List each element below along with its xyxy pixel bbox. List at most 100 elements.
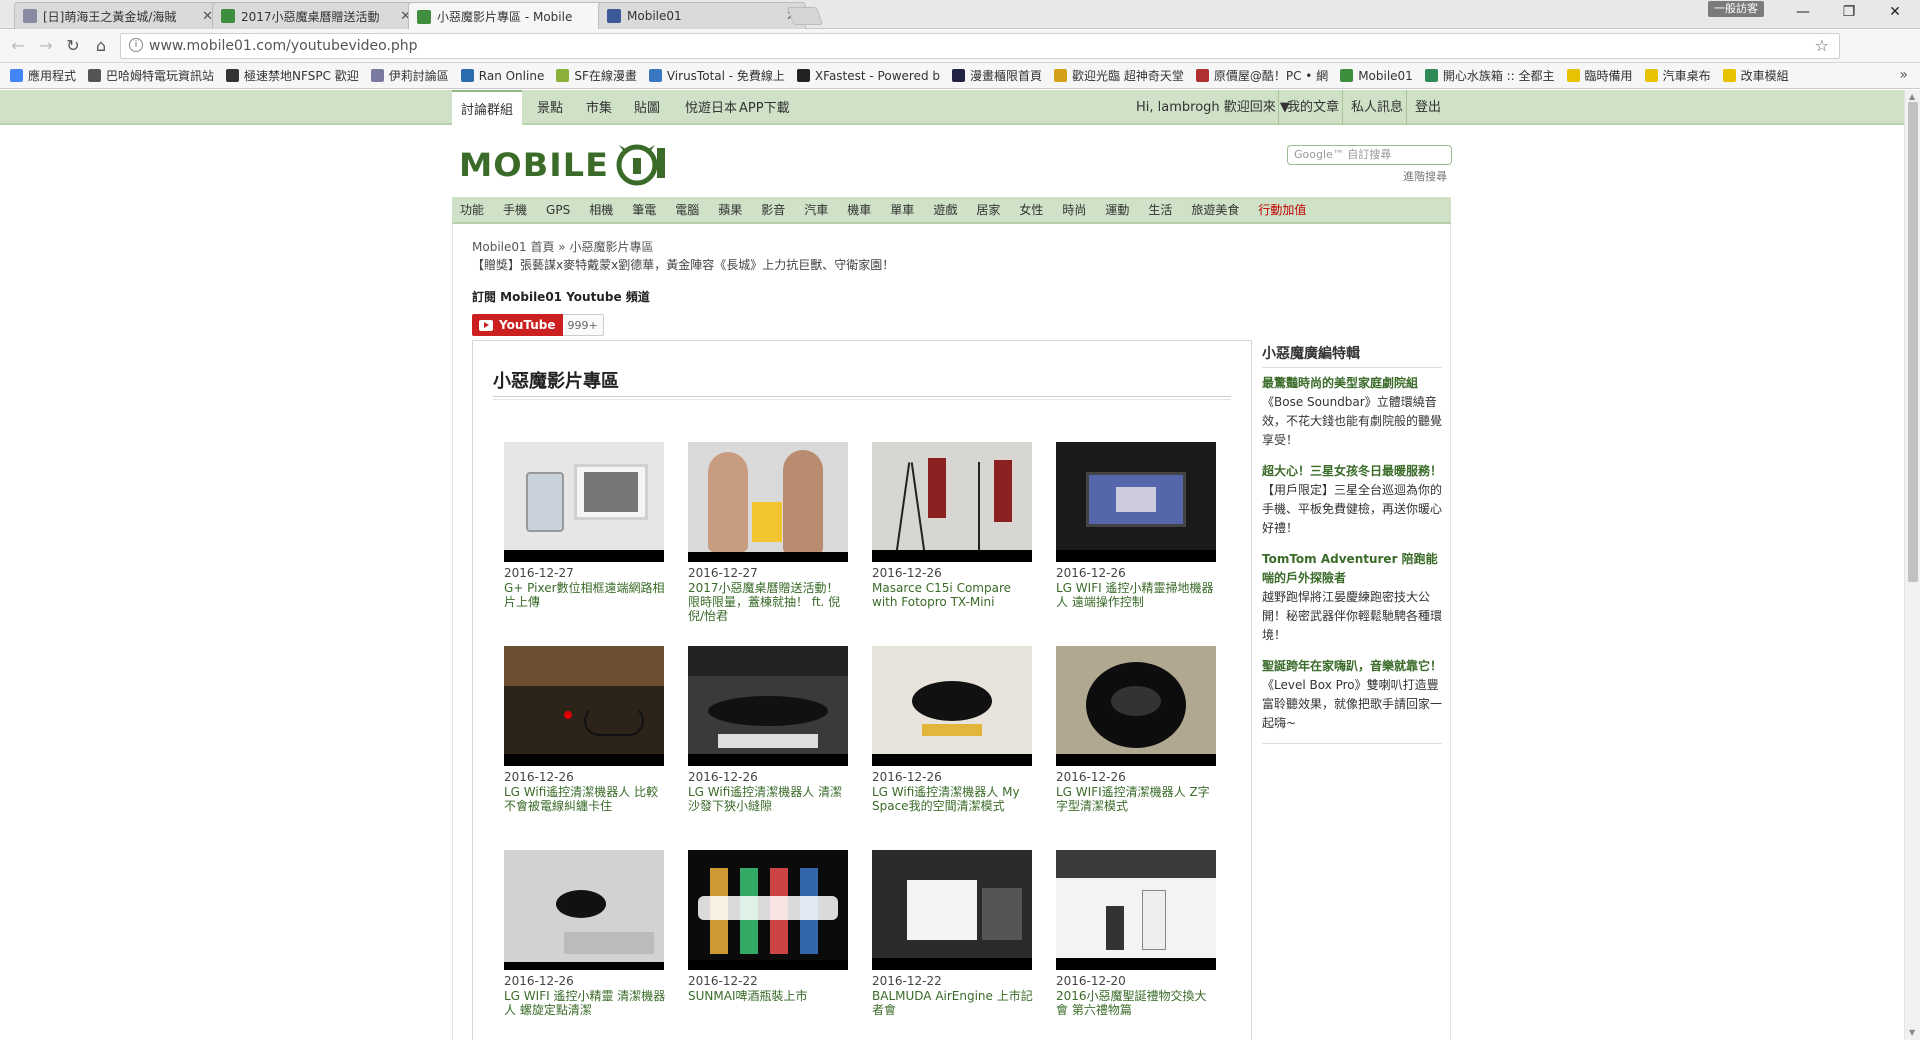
bookmark-item[interactable]: 應用程式	[10, 67, 76, 84]
video-card[interactable]: 2016-12-26 LG Wifi遙控清潔機器人 比較不會被電線糾纏卡住	[504, 646, 666, 813]
top-nav-item[interactable]: 討論群組	[452, 90, 523, 127]
video-title-link[interactable]: G+ Pixer數位相框遠端網路相片上傳	[504, 581, 666, 609]
category-link[interactable]: 影音	[761, 201, 785, 218]
bookmark-item[interactable]: 伊莉討論區	[370, 67, 449, 84]
category-link[interactable]: 居家	[976, 201, 1000, 218]
close-window-icon[interactable]: ✕	[1872, 4, 1918, 20]
video-thumbnail[interactable]	[504, 850, 664, 970]
video-card[interactable]: 2016-12-26 LG WIFI遙控清潔機器人 Z字字型清潔模式	[1056, 646, 1218, 813]
mobile01-logo[interactable]: MOBILE	[459, 140, 683, 188]
category-link[interactable]: 相機	[589, 201, 613, 218]
sidebar-feature-headline[interactable]: TomTom Adventurer 陪跑能喘的戶外探險者	[1262, 550, 1442, 588]
video-thumbnail[interactable]	[1056, 850, 1216, 970]
bookmark-item[interactable]: SF在線漫畫	[556, 67, 637, 84]
user-link[interactable]: 私人訊息	[1342, 90, 1411, 125]
video-title-link[interactable]: Masarce C15i Compare with Fotopro TX-Min…	[872, 581, 1034, 609]
video-title-link[interactable]: LG WIFI 遙控小精靈 清潔機器人 螺旋定點清潔	[504, 989, 666, 1017]
bookmark-item[interactable]: 歡迎光臨 超神奇天堂	[1054, 67, 1184, 84]
top-nav-item[interactable]: APP下載	[730, 90, 799, 125]
browser-tab-active[interactable]: 小惡魔影片專區 - Mobile ✕	[408, 2, 616, 30]
sidebar-feature-headline[interactable]: 超大心！三星女孩冬日最暖服務！	[1262, 462, 1442, 481]
video-title-link[interactable]: 2016小惡魔聖誕禮物交換大會 第六禮物篇	[1056, 989, 1218, 1017]
video-card[interactable]: 2016-12-26 LG WIFI 遙控小精靈 清潔機器人 螺旋定點清潔	[504, 850, 666, 1017]
scroll-up-arrow-icon[interactable]: ▲	[1909, 92, 1915, 101]
category-link[interactable]: 功能	[460, 201, 484, 218]
user-link[interactable]: 我的文章	[1278, 90, 1347, 125]
video-thumbnail[interactable]	[1056, 646, 1216, 766]
browser-tab[interactable]: 2017小惡魔桌曆贈送活動 ✕	[212, 2, 420, 29]
home-icon[interactable]: ⌂	[91, 36, 111, 55]
video-card[interactable]: 2016-12-26 Masarce C15i Compare with Foto…	[872, 442, 1034, 609]
video-card[interactable]: 2016-12-20 2016小惡魔聖誕禮物交換大會 第六禮物篇	[1056, 850, 1218, 1017]
video-card[interactable]: 2016-12-22 BALMUDA AirEngine 上市記者會	[872, 850, 1034, 1017]
video-thumbnail[interactable]	[872, 442, 1032, 562]
video-title-link[interactable]: LG Wifi遙控清潔機器人 My Space我的空間清潔模式	[872, 785, 1034, 813]
video-thumbnail[interactable]	[504, 646, 664, 766]
top-nav-item[interactable]: 市集	[577, 90, 621, 125]
bookmark-item[interactable]: 汽車桌布	[1644, 67, 1711, 84]
category-link[interactable]: 手機	[503, 201, 527, 218]
video-card[interactable]: 2016-12-26 LG Wifi遙控清潔機器人 清潔沙發下狹小縫隙	[688, 646, 850, 813]
category-link[interactable]: 旅遊美食	[1191, 201, 1239, 218]
video-card[interactable]: 2016-12-27 G+ Pixer數位相框遠端網路相片上傳	[504, 442, 666, 609]
category-link[interactable]: 遊戲	[933, 201, 957, 218]
page-info-icon[interactable]: i	[129, 38, 143, 52]
bookmark-item[interactable]: 極速禁地NFSPC 歡迎	[226, 67, 359, 84]
top-nav-item[interactable]: 貼圖	[625, 90, 669, 125]
category-link[interactable]: 行動加值	[1258, 201, 1306, 218]
scroll-down-arrow-icon[interactable]: ▼	[1909, 1028, 1915, 1037]
category-link[interactable]: GPS	[546, 203, 570, 217]
url-bar[interactable]: i www.mobile01.com/youtubevideo.php ☆	[120, 33, 1840, 59]
video-title-link[interactable]: 2017小惡魔桌曆贈送活動！限時限量，蓋棟就抽！ ft. 倪倪/怡君	[688, 581, 850, 623]
browser-tab[interactable]: Mobile01 ✕	[598, 2, 806, 29]
bookmark-item[interactable]: Mobile01	[1340, 69, 1413, 83]
breadcrumb-home-link[interactable]: Mobile01 首頁	[472, 240, 554, 254]
category-link[interactable]: 時尚	[1062, 201, 1086, 218]
minimize-icon[interactable]: —	[1780, 4, 1826, 20]
video-card[interactable]: 2016-12-22 SUNMAI啤酒瓶裝上市	[688, 850, 850, 1003]
bookmark-item[interactable]: XFastest - Powered b	[796, 69, 940, 83]
bookmark-item[interactable]: 原價屋@酷！PC • 網	[1195, 67, 1328, 84]
advanced-search-link[interactable]: 進階搜尋	[1403, 168, 1447, 184]
youtube-button-body[interactable]: YouTube	[472, 314, 563, 336]
video-title-link[interactable]: LG WIFI 遙控小精靈掃地機器人 遠端操作控制	[1056, 581, 1218, 609]
video-title-link[interactable]: LG WIFI遙控清潔機器人 Z字字型清潔模式	[1056, 785, 1218, 813]
video-title-link[interactable]: LG Wifi遙控清潔機器人 清潔沙發下狹小縫隙	[688, 785, 850, 813]
category-link[interactable]: 電腦	[675, 201, 699, 218]
google-search-input[interactable]: Google™ 自訂搜尋	[1287, 145, 1452, 165]
video-thumbnail[interactable]	[872, 850, 1032, 970]
video-thumbnail[interactable]	[504, 442, 664, 562]
category-link[interactable]: 運動	[1105, 201, 1129, 218]
category-link[interactable]: 女性	[1019, 201, 1043, 218]
category-link[interactable]: 汽車	[804, 201, 828, 218]
new-tab-button[interactable]	[786, 7, 824, 25]
category-link[interactable]: 生活	[1148, 201, 1172, 218]
category-link[interactable]: 單車	[890, 201, 914, 218]
promo-link[interactable]: 【贈獎】張藝謀x麥特戴蒙x劉德華，黃金陣容《長城》上力抗巨獸、守衛家園！	[472, 256, 894, 273]
sidebar-feature-headline[interactable]: 最驚豔時尚的美型家庭劇院組	[1262, 374, 1442, 393]
bookmark-item[interactable]: Ran Online	[460, 69, 544, 83]
category-link[interactable]: 機車	[847, 201, 871, 218]
forward-arrow-icon[interactable]: →	[36, 36, 56, 55]
video-card[interactable]: 2016-12-27 2017小惡魔桌曆贈送活動！限時限量，蓋棟就抽！ ft. 倪…	[688, 442, 850, 623]
profile-badge[interactable]: 一般訪客	[1708, 1, 1764, 17]
video-thumbnail[interactable]	[872, 646, 1032, 766]
bookmarks-overflow-icon[interactable]: »	[1899, 67, 1908, 83]
bookmark-item[interactable]: 臨時備用	[1566, 67, 1633, 84]
video-title-link[interactable]: LG Wifi遙控清潔機器人 比較不會被電線糾纏卡住	[504, 785, 666, 813]
bookmark-star-icon[interactable]: ☆	[1815, 36, 1829, 55]
video-thumbnail[interactable]	[688, 646, 848, 766]
video-card[interactable]: 2016-12-26 LG WIFI 遙控小精靈掃地機器人 遠端操作控制	[1056, 442, 1218, 609]
video-thumbnail[interactable]	[688, 442, 848, 562]
scrollbar-thumb[interactable]	[1908, 102, 1918, 582]
reload-icon[interactable]: ↻	[63, 36, 83, 55]
category-link[interactable]: 筆電	[632, 201, 656, 218]
back-arrow-icon[interactable]: ←	[8, 36, 28, 55]
video-title-link[interactable]: BALMUDA AirEngine 上市記者會	[872, 989, 1034, 1017]
sidebar-feature-headline[interactable]: 聖誕跨年在家嗨趴，音樂就靠它！	[1262, 657, 1442, 676]
user-link[interactable]: 登出	[1406, 90, 1449, 125]
top-nav-item[interactable]: 景點	[528, 90, 572, 125]
browser-tab[interactable]: [日]萌海王之黃金城/海賊 ✕	[14, 2, 222, 29]
bookmark-item[interactable]: 改車模組	[1722, 67, 1789, 84]
category-link[interactable]: 蘋果	[718, 201, 742, 218]
